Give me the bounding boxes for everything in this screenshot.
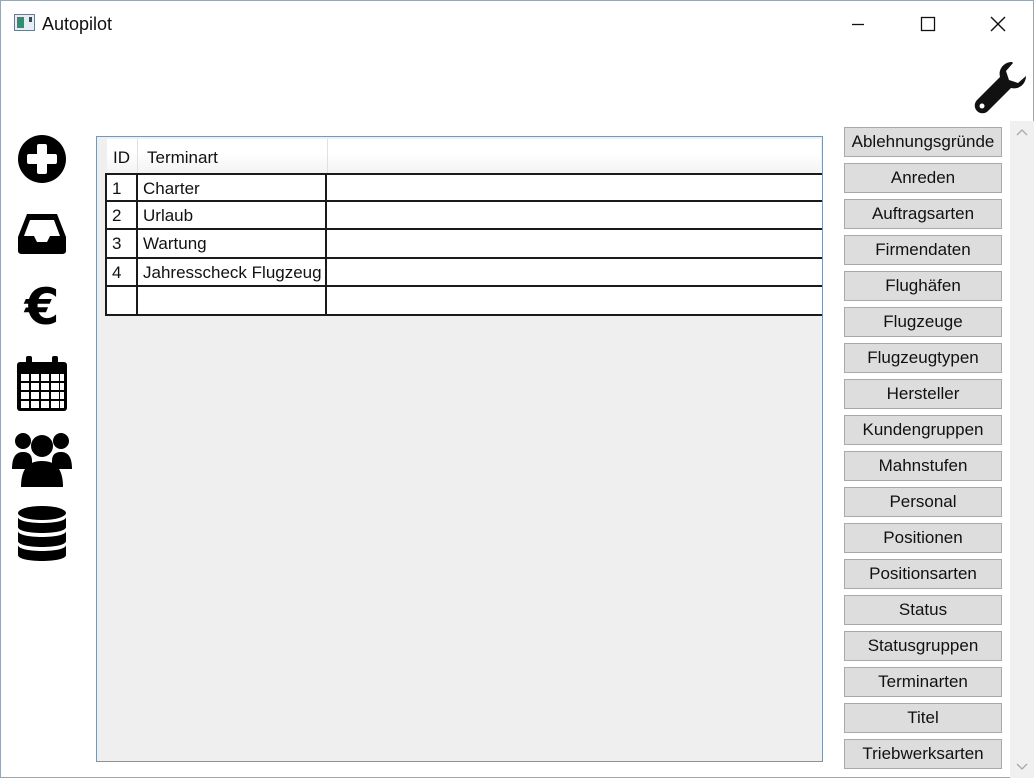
calendar-button[interactable] [12,354,72,414]
window-title: Autopilot [42,14,113,34]
inbox-icon [18,214,66,254]
anreden-button[interactable]: Anreden [844,163,1002,193]
users-icon [12,433,72,487]
euro-icon: € [24,278,60,336]
close-button[interactable] [963,1,1033,47]
positionen-button[interactable]: Positionen [844,523,1002,553]
auftragsarten-button[interactable]: Auftragsarten [844,199,1002,229]
cell-id[interactable]: 3 [105,230,138,257]
flugzeuge-button[interactable]: Flugzeuge [844,307,1002,337]
table-row[interactable]: 2 Urlaub [105,201,822,231]
chevron-up-icon [1016,129,1028,136]
add-button[interactable] [12,129,72,189]
vertical-scrollbar[interactable] [1010,121,1034,778]
cell-id[interactable] [105,287,138,314]
cell-filler [327,230,822,257]
minimize-icon [852,23,864,26]
cell-filler [327,259,822,286]
cell-filler [327,202,822,229]
database-button[interactable] [12,504,72,564]
add-icon [18,135,66,183]
cell-terminart[interactable]: Wartung [138,230,327,257]
grid-header: ID Terminart [107,139,821,174]
maximize-button[interactable] [893,1,963,47]
new-row[interactable] [105,287,822,316]
titel-button[interactable]: Titel [844,703,1002,733]
title-bar: Autopilot [1,1,1033,47]
column-header-terminart[interactable]: Terminart [138,139,328,174]
cell-terminart[interactable]: Charter [138,175,327,200]
triebwerksarten-button[interactable]: Triebwerksarten [844,739,1002,769]
statusgruppen-button[interactable]: Statusgruppen [844,631,1002,661]
cell-filler [327,175,822,200]
inbox-button[interactable] [12,204,72,264]
chevron-down-icon [1016,763,1028,770]
data-grid[interactable]: ID Terminart 1 Charter 2 Urlaub 3 Wartun… [96,136,823,762]
cell-id[interactable]: 2 [105,201,138,229]
settings-button[interactable] [971,59,1027,115]
table-row[interactable]: 3 Wartung [105,230,822,259]
scroll-up-button[interactable] [1010,121,1034,143]
column-header-id[interactable]: ID [107,139,138,174]
app-window: Autopilot € ID Terminart 1 Charter 2 Url… [0,0,1034,778]
positionsarten-button[interactable]: Positionsarten [844,559,1002,589]
finance-button[interactable]: € [12,277,72,337]
database-icon [18,506,66,561]
table-row[interactable]: 4 Jahresscheck Flugzeug [105,258,822,288]
kundengruppen-button[interactable]: Kundengruppen [844,415,1002,445]
users-button[interactable] [12,429,72,489]
minimize-button[interactable] [823,1,893,47]
cell-filler [327,287,822,314]
flughaefen-button[interactable]: Flughäfen [844,271,1002,301]
cell-terminart[interactable]: Urlaub [138,201,327,229]
flugzeugtypen-button[interactable]: Flugzeugtypen [844,343,1002,373]
terminarten-button[interactable]: Terminarten [844,667,1002,697]
cell-id[interactable]: 4 [105,258,138,286]
wrench-icon [974,62,1026,114]
cell-terminart[interactable] [138,287,327,314]
scroll-down-button[interactable] [1010,756,1034,778]
cell-terminart[interactable]: Jahresscheck Flugzeug [138,258,327,286]
status-button[interactable]: Status [844,595,1002,625]
table-row[interactable]: 1 Charter [105,173,822,202]
calendar-icon [17,356,67,411]
grid-rows: 1 Charter 2 Urlaub 3 Wartung 4 Jahressch… [105,173,822,316]
hersteller-button[interactable]: Hersteller [844,379,1002,409]
app-icon [14,14,35,31]
close-icon [990,16,1006,32]
mahnstufen-button[interactable]: Mahnstufen [844,451,1002,481]
ablehnungsgruende-button[interactable]: Ablehnungsgründe [844,127,1002,157]
cell-id[interactable]: 1 [105,175,138,200]
firmendaten-button[interactable]: Firmendaten [844,235,1002,265]
maximize-icon [920,16,936,32]
personal-button[interactable]: Personal [844,487,1002,517]
